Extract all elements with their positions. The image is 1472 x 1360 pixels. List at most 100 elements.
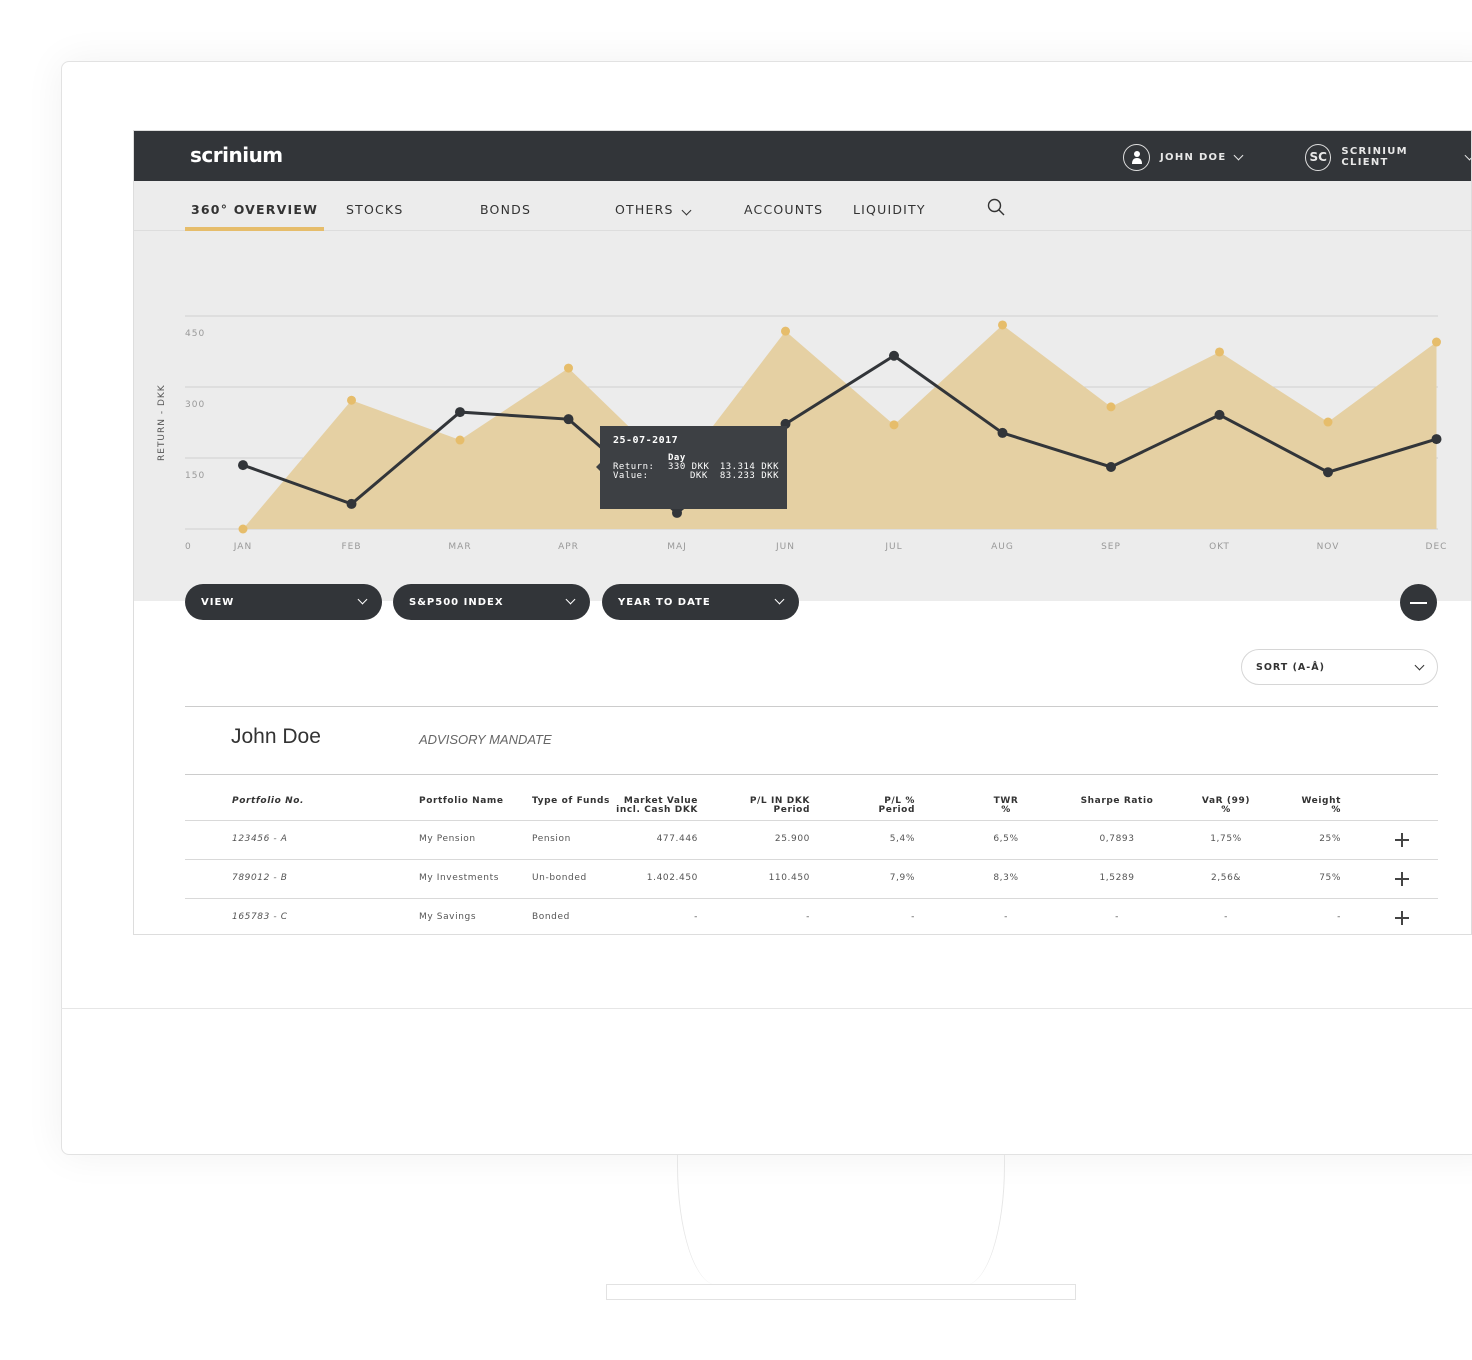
sort-dropdown[interactable]: SORT (A-Å) <box>1241 649 1438 685</box>
search-icon[interactable] <box>987 198 1005 220</box>
area-point <box>889 420 899 430</box>
tab-bonds[interactable]: BONDS <box>474 181 537 231</box>
row-divider <box>185 820 1438 821</box>
table-cell: 25% <box>1319 834 1341 844</box>
table-cell: My Savings <box>419 912 477 922</box>
line-point <box>889 350 899 361</box>
column-header: Portfolio No. <box>232 796 305 806</box>
y-tick-label: 0 <box>185 542 191 552</box>
user-avatar-icon <box>1123 143 1150 171</box>
chart-area: 0 150 300 450 RETURN - DKK JAN FEB MAR APR MAJ JUN… <box>134 231 1471 601</box>
area-point <box>1106 402 1116 412</box>
table-cell: - <box>1337 912 1341 922</box>
chevron-down-icon <box>774 594 785 605</box>
column-header: Weight <box>1301 796 1341 806</box>
line-point <box>672 507 682 518</box>
client-name-heading: John Doe <box>231 725 321 748</box>
x-tick-label: MAR <box>448 542 471 552</box>
divider <box>185 774 1438 775</box>
table-cell: 5,4% <box>889 834 915 844</box>
main-nav: 360° OVERVIEW STOCKS BONDS OTHERS ACCOUN… <box>134 181 1471 231</box>
row-divider <box>185 898 1438 899</box>
chevron-down-icon <box>681 205 692 216</box>
line-point <box>563 414 574 425</box>
area-point <box>1215 347 1224 357</box>
period-dropdown[interactable]: YEAR TO DATE <box>602 584 799 620</box>
x-tick-label: FEB <box>341 542 361 552</box>
column-header-sub: % <box>1001 805 1011 815</box>
area-point <box>455 435 465 445</box>
mandate-label: ADVISORY MANDATE <box>419 732 552 747</box>
tooltip-date: 25-07-2017 <box>613 435 679 446</box>
table-cell: My Pension <box>419 834 476 844</box>
tab-liquidity[interactable]: LIQUIDITY <box>847 181 932 231</box>
user-menu[interactable]: JOHN DOE <box>1123 143 1244 171</box>
view-label: VIEW <box>201 596 235 608</box>
tab-accounts[interactable]: ACCOUNTS <box>738 181 829 231</box>
x-tick-label: JUL <box>884 542 902 552</box>
y-axis-label: RETURN - DKK <box>157 384 167 461</box>
line-point <box>1106 461 1116 472</box>
table-cell: My Investments <box>419 873 500 883</box>
table-cell: 789012 - B <box>232 873 288 883</box>
x-tick-label: OKT <box>1209 542 1230 552</box>
x-tick-label: SEP <box>1101 542 1121 552</box>
table-cell: 165783 - C <box>232 912 288 922</box>
divider <box>185 706 1438 707</box>
line-point <box>455 407 465 418</box>
x-tick-label: MAJ <box>667 542 687 552</box>
monitor-base <box>606 1284 1076 1300</box>
table-cell: - <box>911 912 915 922</box>
table-cell: 7,9% <box>889 873 915 883</box>
chevron-down-icon <box>565 594 576 605</box>
table-cell: 123456 - A <box>232 834 288 844</box>
monitor-stand <box>677 1155 1005 1285</box>
x-tick-label: JAN <box>233 542 252 552</box>
x-tick-label: DEC <box>1426 542 1448 552</box>
period-label: YEAR TO DATE <box>618 596 711 608</box>
area-series <box>243 324 1437 529</box>
line-point <box>238 460 248 471</box>
area-point <box>998 320 1007 330</box>
line-point <box>1323 467 1333 478</box>
area-point <box>1323 417 1333 427</box>
y-tick-label: 450 <box>185 329 205 339</box>
client-name: SCRINIUM CLIENT <box>1341 146 1408 168</box>
y-tick-label: 300 <box>185 400 205 410</box>
expand-row-plus-icon[interactable] <box>1395 911 1409 925</box>
tab-360-overview[interactable]: 360° OVERVIEW <box>185 181 325 231</box>
line-point <box>346 498 357 509</box>
line-point <box>997 427 1008 438</box>
line-point <box>1214 409 1225 420</box>
x-tick-label: NOV <box>1317 542 1340 552</box>
x-tick-label: JUN <box>775 542 795 552</box>
return-chart: 0 150 300 450 RETURN - DKK JAN FEB MAR APR MAJ JUN… <box>157 315 1448 552</box>
tooltip-row2-total: 83.233 DKK <box>719 471 779 481</box>
sort-label: SORT (A-Å) <box>1256 661 1325 673</box>
chevron-down-icon <box>1414 660 1425 670</box>
column-header: Portfolio Name <box>419 796 504 806</box>
tab-others-label: OTHERS <box>615 202 674 217</box>
column-header-sub: Period <box>878 805 915 815</box>
expand-row-plus-icon[interactable] <box>1395 872 1409 886</box>
tab-others[interactable]: OTHERS <box>609 181 696 231</box>
app-screen: scrinium JOHN DOE SC SCRINIUM CLIENT 360… <box>133 130 1472 935</box>
chevron-down-icon <box>1464 150 1471 160</box>
x-tick-label: APR <box>558 542 579 552</box>
area-point <box>1432 337 1441 347</box>
view-dropdown[interactable]: VIEW <box>185 584 382 620</box>
logo[interactable]: scrinium <box>190 143 283 167</box>
tooltip-row2-label: Value: <box>613 471 649 481</box>
monitor-chin-divider <box>61 1008 1472 1009</box>
user-name: JOHN DOE <box>1160 151 1227 163</box>
tab-stocks[interactable]: STOCKS <box>340 181 409 231</box>
client-menu[interactable]: SC SCRINIUM CLIENT <box>1305 143 1471 171</box>
row-divider <box>185 859 1438 860</box>
chevron-down-icon <box>1234 150 1244 160</box>
x-tick-label: AUG <box>991 542 1014 552</box>
collapse-chart-button[interactable] <box>1400 584 1437 621</box>
client-avatar: SC <box>1305 143 1332 171</box>
expand-row-plus-icon[interactable] <box>1395 833 1409 847</box>
index-dropdown[interactable]: S&P500 INDEX <box>393 584 590 620</box>
area-point <box>238 524 248 534</box>
